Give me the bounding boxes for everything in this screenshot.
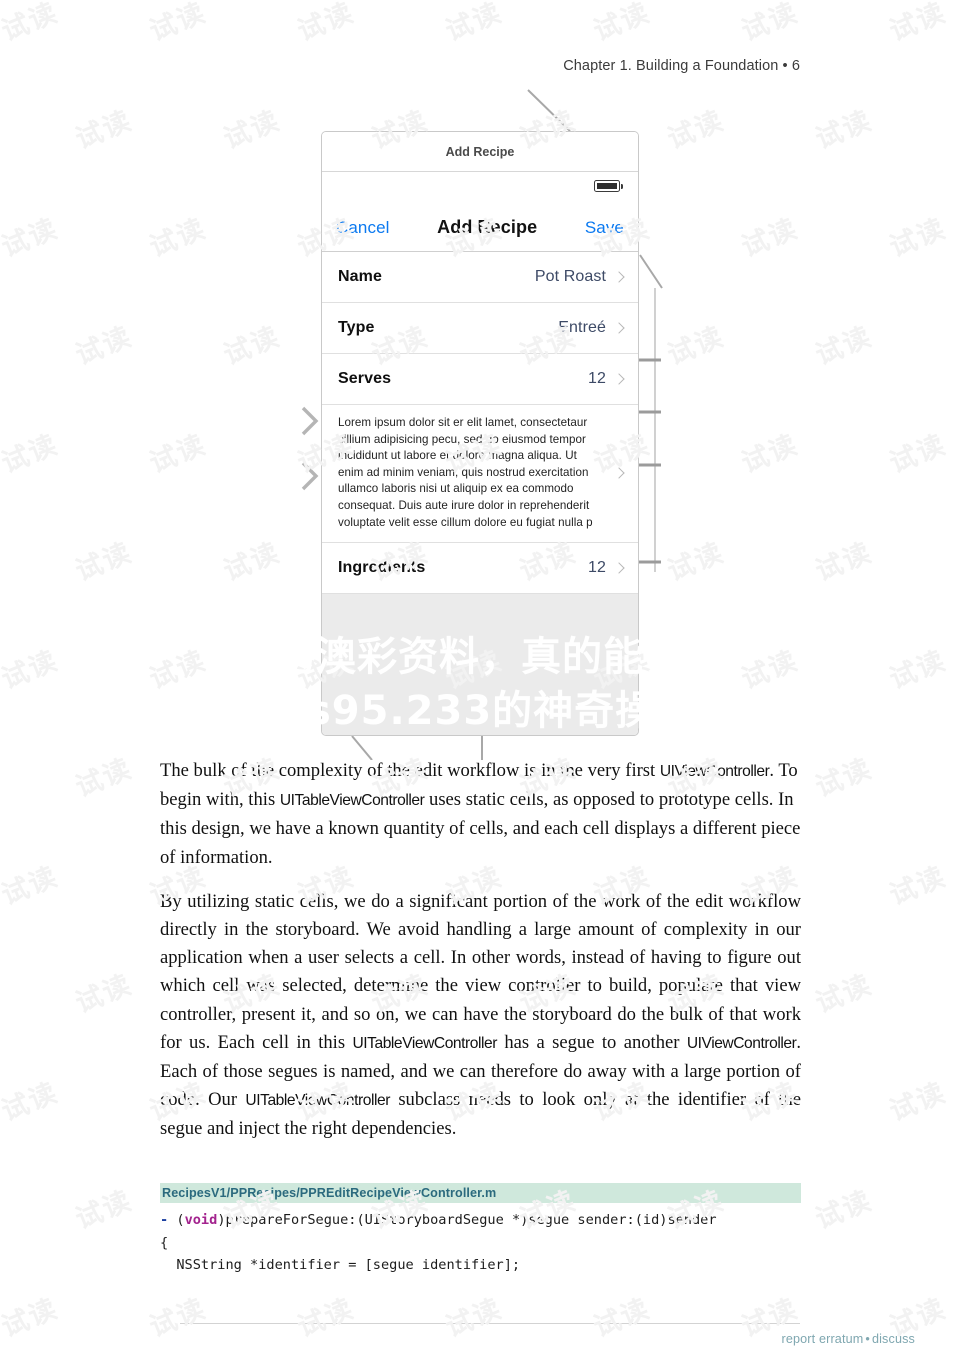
nav-bar: Cancel Add Recipe Save — [322, 204, 638, 252]
paragraph-1: The bulk of the complexity of the edit w… — [160, 757, 801, 872]
watermark-tile: 试读 — [71, 1185, 137, 1236]
chevron-right-icon — [615, 561, 624, 576]
notes-text: Lorem ipsum dolor sit er elit lamet, con… — [338, 416, 593, 529]
paragraph-2: By utilizing static cells, we do a signi… — [160, 888, 801, 1144]
row-value: Entreé — [558, 319, 606, 336]
watermark-tile: 试读 — [811, 969, 877, 1020]
code-line1-pre: ( — [168, 1212, 185, 1228]
p2-seg2: has a segue to another — [496, 1031, 687, 1053]
row-value: 12 — [588, 370, 606, 387]
row-ingredients[interactable]: Ingredients 12 — [322, 543, 638, 595]
watermark-tile: 试读 — [145, 1293, 211, 1344]
cancel-button[interactable]: Cancel — [336, 218, 390, 238]
book-page: Chapter 1. Building a Foundation • 6 Add… — [0, 0, 960, 1357]
page-footer: report erratum • discuss — [782, 1332, 916, 1346]
row-label: Name — [338, 268, 382, 285]
watermark-tile: 试读 — [811, 1185, 877, 1236]
code-keyword-void: void — [184, 1212, 218, 1228]
status-bar — [322, 172, 638, 204]
row-type[interactable]: Type Entreé — [322, 303, 638, 354]
chevron-right-icon — [615, 466, 624, 481]
watermark-tile: 试读 — [71, 969, 137, 1020]
row-label: Ingredients — [338, 559, 426, 577]
row-name[interactable]: Name Pot Roast — [322, 252, 638, 303]
storyboard-scene-add-recipe: Add Recipe Cancel Add Recipe Save Name P… — [321, 131, 639, 736]
row-label: Serves — [338, 370, 392, 387]
watermark-tile: 试读 — [885, 861, 951, 912]
code-line3: NSString *identifier = [segue identifier… — [160, 1257, 521, 1274]
watermark-tile: 试读 — [0, 1077, 63, 1128]
discuss-link[interactable]: discuss — [872, 1332, 915, 1346]
code-filename: RecipesV1/PPRecipes/PPREditRecipeViewCon… — [160, 1183, 801, 1203]
footer-rule — [180, 1323, 800, 1324]
watermark-tile: 试读 — [0, 1293, 63, 1344]
row-label: Type — [338, 319, 375, 336]
code-body: - (void)prepareForSegue:(UIStoryboardSeg… — [160, 1203, 801, 1277]
p2-mono1: UITableViewController — [352, 1034, 497, 1052]
scene-title: Add Recipe — [322, 132, 638, 172]
scene-empty-area — [322, 594, 638, 735]
p2-seg1: By utilizing static cells, we do a signi… — [160, 890, 801, 1053]
code-block: RecipesV1/PPRecipes/PPREditRecipeViewCon… — [160, 1183, 801, 1277]
watermark-tile: 试读 — [885, 1077, 951, 1128]
watermark-tile: 试读 — [0, 861, 63, 912]
watermark-tile: 试读 — [441, 1293, 507, 1344]
code-dash-token: - — [160, 1212, 169, 1228]
code-line2: { — [160, 1234, 169, 1251]
watermark-tile: 试读 — [589, 1293, 655, 1344]
chevron-right-icon — [615, 270, 624, 285]
chevron-right-icon — [615, 372, 624, 387]
watermark-tile: 试读 — [293, 1293, 359, 1344]
chevron-right-icon — [615, 321, 624, 336]
nav-title: Add Recipe — [437, 217, 538, 237]
save-button[interactable]: Save — [585, 218, 624, 238]
p2-mono3: UITableViewController — [245, 1092, 390, 1110]
p2-mono2: UIViewController — [686, 1034, 797, 1052]
row-serves[interactable]: Serves 12 — [322, 354, 638, 405]
row-notes[interactable]: Lorem ipsum dolor sit er elit lamet, con… — [322, 405, 638, 544]
body-copy: The bulk of the complexity of the edit w… — [160, 757, 801, 1160]
p1-seg1: The bulk of the complexity of the edit w… — [160, 760, 660, 781]
p1-mono1: UIViewController — [659, 763, 770, 780]
p1-mono2: UITableViewController — [279, 792, 425, 810]
code-line1-rest: )prepareForSegue:(UIStoryboardSegue *)se… — [217, 1212, 717, 1228]
footer-separator: • — [865, 1332, 870, 1346]
battery-full-icon — [594, 180, 623, 192]
row-value: 12 — [588, 559, 606, 577]
row-value: Pot Roast — [534, 268, 606, 285]
report-erratum-link[interactable]: report erratum — [782, 1332, 864, 1346]
